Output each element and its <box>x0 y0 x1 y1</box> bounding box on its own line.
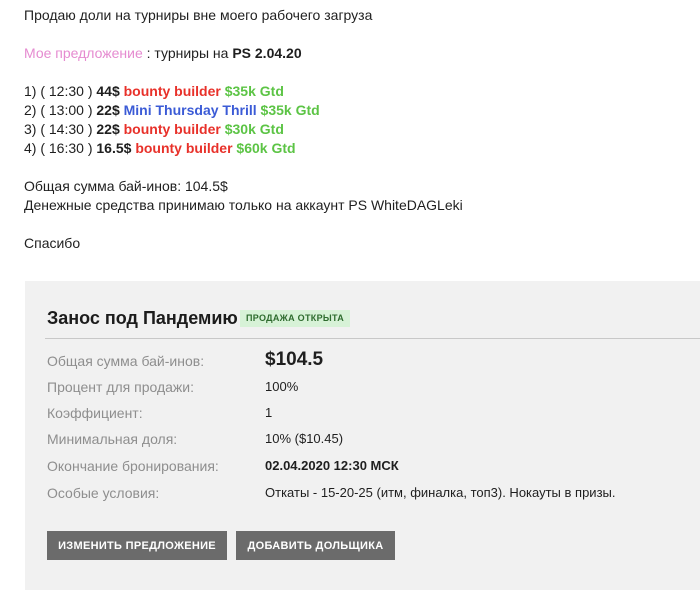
tournament-gtd: $35k Gtd <box>224 83 284 99</box>
status-badge: ПРОДАЖА ОТКРЫТА <box>240 310 351 327</box>
tournament-buyin: 44$ <box>96 83 120 99</box>
tournament-item: 3) ( 14:30 ) 22$ bounty builder $30k Gtd <box>24 119 284 139</box>
tournament-gtd: $30k Gtd <box>224 121 284 137</box>
row-label-total: Общая сумма бай-инов: <box>47 353 205 369</box>
tournament-gtd: $60k Gtd <box>236 140 296 156</box>
thanks-text: Спасибо <box>24 235 81 251</box>
row-value-percent: 100% <box>265 379 299 394</box>
row-value-total: $104.5 <box>265 349 324 370</box>
row-label-coefficient: Коэффициент: <box>47 405 143 421</box>
offer-text: : турниры на <box>142 45 233 61</box>
row-value-conditions: Откаты - 15-20-25 (итм, финалка, топ3). … <box>265 485 616 500</box>
row-value-booking-end: 02.04.2020 12:30 МСК <box>265 458 399 473</box>
offer-date: PS 2.04.20 <box>232 45 302 61</box>
tournament-item: 1) ( 12:30 ) 44$ bounty builder $35k Gtd <box>24 81 284 101</box>
tournament-buyin: 22$ <box>96 102 120 118</box>
divider <box>45 338 700 339</box>
offer-line: Мое предложение : турниры на PS 2.04.20 <box>24 43 302 63</box>
tournament-name: bounty builder <box>135 140 233 156</box>
tournament-time: 2) ( 13:00 ) <box>24 102 97 118</box>
row-label-conditions: Особые условия: <box>47 485 160 501</box>
row-label-min-share: Минимальная доля: <box>47 431 178 447</box>
offer-card: Занос под Пандемию ПРОДАЖА ОТКРЫТА Общая… <box>25 281 700 590</box>
tournament-item: 2) ( 13:00 ) 22$ Mini Thursday Thrill $3… <box>24 100 320 120</box>
tournament-time: 1) ( 12:30 ) <box>24 83 97 99</box>
offer-label: Мое предложение <box>24 45 143 61</box>
offer-title: Занос под Пандемию <box>47 308 238 328</box>
edit-offer-button[interactable]: ИЗМЕНИТЬ ПРЕДЛОЖЕНИЕ <box>47 531 227 560</box>
tournament-item: 4) ( 16:30 ) 16.5$ bounty builder $60k G… <box>24 138 296 158</box>
tournament-name: bounty builder <box>123 83 221 99</box>
payment-note: Денежные средства принимаю только на акк… <box>24 197 463 213</box>
tournament-buyin: 16.5$ <box>96 140 132 156</box>
tournament-name: Mini Thursday Thrill <box>123 102 257 118</box>
row-value-min-share: 10% ($10.45) <box>265 431 344 446</box>
tournament-time: 3) ( 14:30 ) <box>24 121 97 137</box>
tournament-buyin: 22$ <box>96 121 120 137</box>
add-shareholder-button[interactable]: ДОБАВИТЬ ДОЛЬЩИКА <box>236 531 395 560</box>
total-buyins: Общая сумма бай-инов: 104.5$ <box>24 178 228 194</box>
row-value-coefficient: 1 <box>265 405 273 420</box>
row-label-percent: Процент для продажи: <box>47 379 194 395</box>
tournament-name: bounty builder <box>123 121 221 137</box>
tournament-gtd: $35k Gtd <box>260 102 320 118</box>
row-label-booking-end: Окончание бронирования: <box>47 458 219 474</box>
post-intro: Продаю доли на турниры вне моего рабочег… <box>24 7 373 23</box>
tournament-time: 4) ( 16:30 ) <box>24 140 97 156</box>
